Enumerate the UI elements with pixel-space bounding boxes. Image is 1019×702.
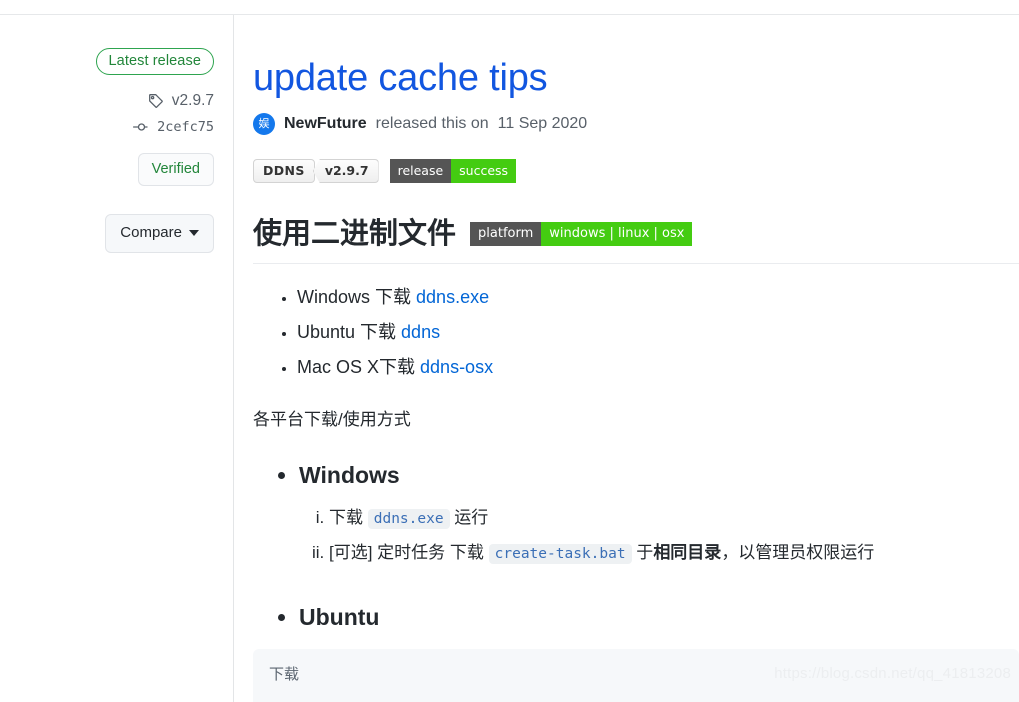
- latest-release-badge: Latest release: [95, 48, 214, 75]
- tag-icon: [147, 92, 165, 110]
- list-item: [可选] 定时任务 下载 create-task.bat 于相同目录，以管理员权…: [329, 536, 1019, 571]
- section-ubuntu: Ubuntu: [299, 601, 1019, 633]
- code-block-text: 下载: [269, 665, 300, 683]
- download-text: Windows 下载: [297, 287, 417, 307]
- release-date: 11 Sep 2020: [497, 115, 588, 132]
- list-item: Mac OS X下载 ddns-osx: [297, 350, 1019, 385]
- commit-row: 2cefc75: [0, 117, 214, 137]
- verified-button[interactable]: Verified: [137, 153, 214, 186]
- heading-rule: [253, 263, 1019, 264]
- download-text: Mac OS X下载: [297, 357, 421, 377]
- step-text: 下载: [329, 508, 368, 527]
- platform-badge-value: windows | linux | osx: [541, 222, 693, 246]
- section-windows: Windows 下载 ddns.exe 运行 [可选] 定时任务 下载 crea…: [299, 459, 1019, 571]
- section-heading: Windows: [299, 462, 400, 488]
- platform-badge[interactable]: platform windows | linux | osx: [470, 222, 693, 246]
- windows-steps: 下载 ddns.exe 运行 [可选] 定时任务 下载 create-task.…: [299, 501, 1019, 571]
- chevron-down-icon: [189, 230, 199, 236]
- avatar[interactable]: 娱: [253, 113, 275, 135]
- byline-text: released this on: [375, 115, 489, 132]
- platform-usage-paragraph: 各平台下载/使用方式: [253, 410, 411, 429]
- compare-row: Compare: [0, 186, 214, 253]
- inline-code: ddns.exe: [367, 509, 450, 529]
- git-commit-icon: [132, 118, 150, 136]
- tag-label[interactable]: v2.9.7: [172, 91, 214, 111]
- latest-release-badge-wrap: Latest release: [0, 48, 214, 75]
- section-heading: Ubuntu: [299, 604, 380, 630]
- list-item: 下载 ddns.exe 运行: [329, 501, 1019, 536]
- download-link-windows[interactable]: ddns.exe: [416, 287, 489, 307]
- step-text: ，以管理员权限运行: [721, 543, 875, 562]
- watermark: https://blog.csdn.net/qq_41813208: [774, 665, 1011, 682]
- step-text: 于: [631, 543, 654, 562]
- commit-hash[interactable]: 2cefc75: [157, 117, 214, 137]
- release-badge-label: release: [389, 159, 452, 183]
- platform-badge-label: platform: [470, 222, 542, 246]
- download-link-ubuntu[interactable]: ddns: [401, 322, 440, 342]
- shield-badges: DDNS v2.9.7 release success: [253, 159, 1019, 183]
- ddns-badge-label: DDNS: [253, 159, 315, 183]
- release-byline: 娱 NewFuture released this on 11 Sep 2020: [253, 113, 1019, 135]
- release-meta-sidebar: Latest release v2.9.7 2cefc75 Verified C…: [0, 15, 233, 702]
- tag-row: v2.9.7: [0, 91, 214, 111]
- author-link[interactable]: NewFuture: [284, 113, 367, 135]
- release-body: update cache tips 娱 NewFuture released t…: [234, 15, 1019, 702]
- release-badge[interactable]: release success: [389, 159, 517, 183]
- inline-code: create-task.bat: [488, 544, 632, 564]
- ddns-badge[interactable]: DDNS v2.9.7: [253, 159, 379, 183]
- step-text: [可选] 定时任务 下载: [329, 543, 489, 562]
- binary-files-heading: 使用二进制文件 platform windows | linux | osx: [253, 215, 1019, 253]
- release-badge-value: success: [451, 159, 517, 183]
- ddns-badge-value: v2.9.7: [312, 159, 379, 183]
- platform-sections: Windows 下载 ddns.exe 运行 [可选] 定时任务 下载 crea…: [253, 459, 1019, 633]
- step-emphasis: 相同目录: [653, 543, 722, 562]
- release-page: Latest release v2.9.7 2cefc75 Verified C…: [0, 0, 1019, 702]
- step-text: 运行: [449, 508, 489, 527]
- list-item: Windows 下载 ddns.exe: [297, 280, 1019, 315]
- binary-files-heading-text: 使用二进制文件: [253, 218, 457, 250]
- list-item: Ubuntu 下载 ddns: [297, 315, 1019, 350]
- release-title[interactable]: update cache tips: [253, 55, 1019, 101]
- compare-label: Compare: [120, 224, 182, 241]
- compare-button[interactable]: Compare: [105, 214, 214, 253]
- download-link-osx[interactable]: ddns-osx: [420, 357, 493, 377]
- download-list: Windows 下载 ddns.exe Ubuntu 下载 ddns Mac O…: [253, 280, 1019, 385]
- download-text: Ubuntu 下载: [297, 322, 402, 342]
- verified-row: Verified: [0, 153, 214, 186]
